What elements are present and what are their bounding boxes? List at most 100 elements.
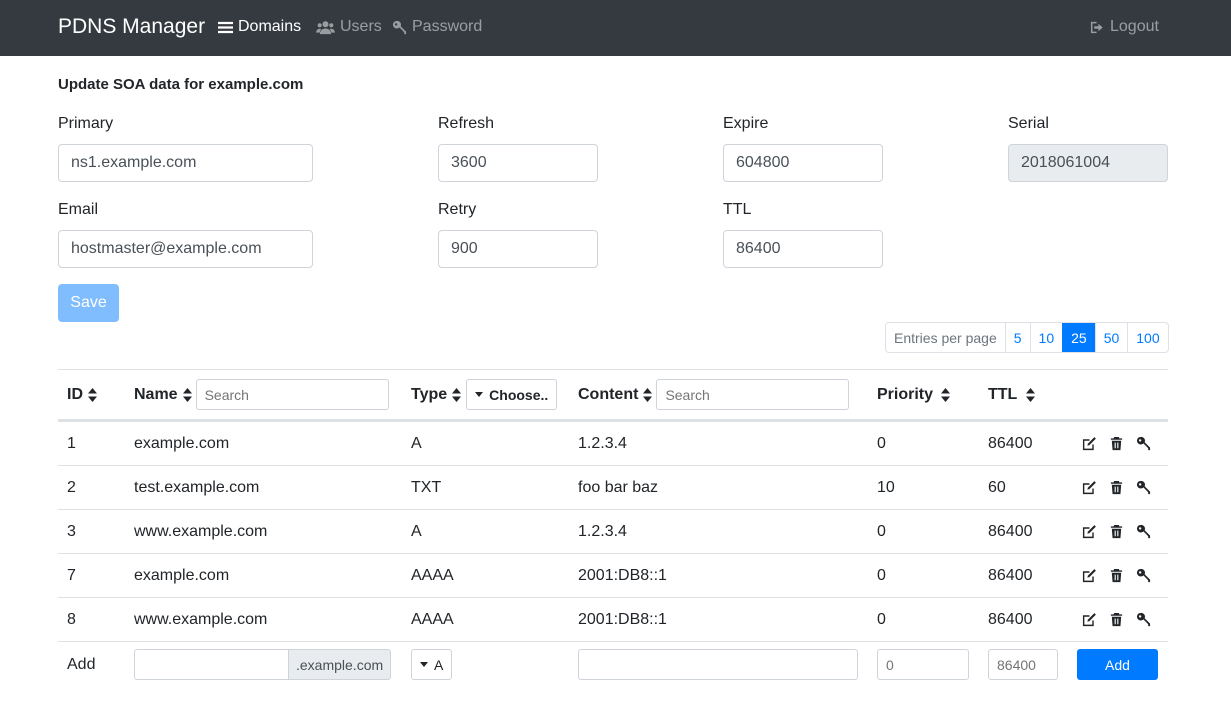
trash-icon[interactable] <box>1109 480 1124 495</box>
cell-id: 8 <box>67 610 76 628</box>
add-type-value: A <box>434 656 444 673</box>
top-navbar: PDNS Manager Domains Users Password Logo… <box>0 0 1231 56</box>
page-size-option[interactable]: 50 <box>1094 323 1128 352</box>
table-header-row: ID Name Type Choose.. Content Priority T <box>58 369 1168 421</box>
table-row: 2 test.example.com TXT foo bar baz 10 60 <box>58 465 1168 509</box>
add-record-button[interactable]: Add <box>1077 649 1158 680</box>
primary-input[interactable] <box>58 144 313 182</box>
nav-users-label: Users <box>340 18 382 35</box>
record-rows: 1 example.com A 1.2.3.4 0 86400 2 test.example.… <box>58 421 1168 641</box>
add-ttl-input[interactable] <box>988 649 1058 680</box>
sort-icon[interactable] <box>88 387 97 402</box>
cell-ttl: 60 <box>988 478 1006 496</box>
brand-title[interactable]: PDNS Manager <box>58 15 205 39</box>
add-type-select[interactable]: A <box>411 649 453 680</box>
sort-icon[interactable] <box>182 387 192 402</box>
row-actions <box>1082 422 1151 465</box>
row-actions <box>1082 466 1151 509</box>
type-header-label: Type <box>411 385 448 403</box>
nav-password-link[interactable]: Password <box>392 18 482 36</box>
edit-icon[interactable] <box>1082 524 1097 539</box>
page-size-option[interactable]: 5 <box>1004 323 1030 352</box>
key-icon[interactable] <box>1136 480 1151 495</box>
name-header[interactable]: Name <box>134 370 389 419</box>
sign-out-icon <box>1090 21 1103 33</box>
save-button[interactable]: Save <box>58 284 119 322</box>
domain-suffix: .example.com <box>289 649 392 680</box>
key-icon[interactable] <box>1136 524 1151 539</box>
content-search-input[interactable] <box>656 379 850 410</box>
entries-per-page: Entries per page 5 10 25 50 100 <box>885 322 1169 353</box>
sort-icon[interactable] <box>643 387 653 402</box>
trash-icon[interactable] <box>1109 612 1124 627</box>
add-name-input[interactable] <box>134 649 289 680</box>
add-priority-input[interactable] <box>877 649 969 680</box>
page-size-option-active[interactable]: 25 <box>1062 323 1095 352</box>
id-header-label: ID <box>67 385 83 403</box>
cell-type: TXT <box>411 478 442 496</box>
cell-ttl: 86400 <box>988 566 1033 584</box>
cell-ttl: 86400 <box>988 610 1033 628</box>
page-size-option[interactable]: 10 <box>1029 323 1063 352</box>
add-content-input[interactable] <box>578 649 858 680</box>
priority-header-label: Priority <box>877 385 934 403</box>
nav-logout-label: Logout <box>1110 18 1159 35</box>
nav-password-label: Password <box>412 18 483 35</box>
cell-content: 2001:DB8::1 <box>578 566 667 584</box>
key-icon[interactable] <box>1136 612 1151 627</box>
trash-icon[interactable] <box>1109 568 1124 583</box>
key-icon[interactable] <box>1136 568 1151 583</box>
add-record-row: Add .example.com A Add <box>58 641 1168 687</box>
cell-name: www.example.com <box>134 610 268 628</box>
nav-domains-link[interactable]: Domains <box>218 18 301 36</box>
add-priority-cell <box>877 642 969 687</box>
expire-input[interactable] <box>723 144 883 182</box>
retry-label: Retry <box>438 201 477 218</box>
edit-icon[interactable] <box>1082 480 1097 495</box>
name-search-input[interactable] <box>195 379 389 410</box>
trash-icon[interactable] <box>1109 436 1124 451</box>
edit-icon[interactable] <box>1082 436 1097 451</box>
sort-icon[interactable] <box>941 387 951 402</box>
cell-priority: 0 <box>877 566 886 584</box>
cell-priority: 10 <box>877 478 895 496</box>
cell-priority: 0 <box>877 434 886 452</box>
add-button-cell: Add <box>1077 642 1158 687</box>
nav-logout-link[interactable]: Logout <box>1090 18 1159 36</box>
content-header[interactable]: Content <box>578 370 850 419</box>
refresh-input[interactable] <box>438 144 598 182</box>
row-actions <box>1082 510 1151 553</box>
cell-type: AAAA <box>411 566 454 584</box>
ttl-input[interactable] <box>723 230 883 268</box>
page-size-option[interactable]: 100 <box>1127 323 1167 352</box>
table-row: 8 www.example.com AAAA 2001:DB8::1 0 86400 <box>58 597 1168 641</box>
row-actions <box>1082 598 1151 641</box>
cell-id: 7 <box>67 566 76 584</box>
cell-name: example.com <box>134 434 230 452</box>
priority-header[interactable]: Priority <box>877 370 951 419</box>
nav-users-link[interactable]: Users <box>316 18 382 36</box>
type-filter-select[interactable]: Choose.. <box>466 379 558 410</box>
cell-type: A <box>411 434 422 452</box>
add-type-cell: A <box>411 642 453 687</box>
key-icon[interactable] <box>1136 436 1151 451</box>
email-input[interactable] <box>58 230 313 268</box>
table-row: 3 www.example.com A 1.2.3.4 0 86400 <box>58 509 1168 553</box>
key-icon <box>392 20 407 34</box>
edit-icon[interactable] <box>1082 612 1097 627</box>
cell-content: 2001:DB8::1 <box>578 610 667 628</box>
type-header[interactable]: Type Choose.. <box>411 370 558 419</box>
id-header[interactable]: ID <box>67 370 97 419</box>
type-filter-label: Choose.. <box>489 386 549 403</box>
sort-icon[interactable] <box>452 387 462 402</box>
primary-label: Primary <box>58 115 114 132</box>
sort-icon[interactable] <box>1026 387 1036 402</box>
edit-icon[interactable] <box>1082 568 1097 583</box>
retry-input[interactable] <box>438 230 598 268</box>
ttl-header[interactable]: TTL <box>988 370 1036 419</box>
expire-label: Expire <box>723 115 769 132</box>
cell-priority: 0 <box>877 522 886 540</box>
cell-content: 1.2.3.4 <box>578 434 627 452</box>
content-header-label: Content <box>578 385 639 403</box>
trash-icon[interactable] <box>1109 524 1124 539</box>
